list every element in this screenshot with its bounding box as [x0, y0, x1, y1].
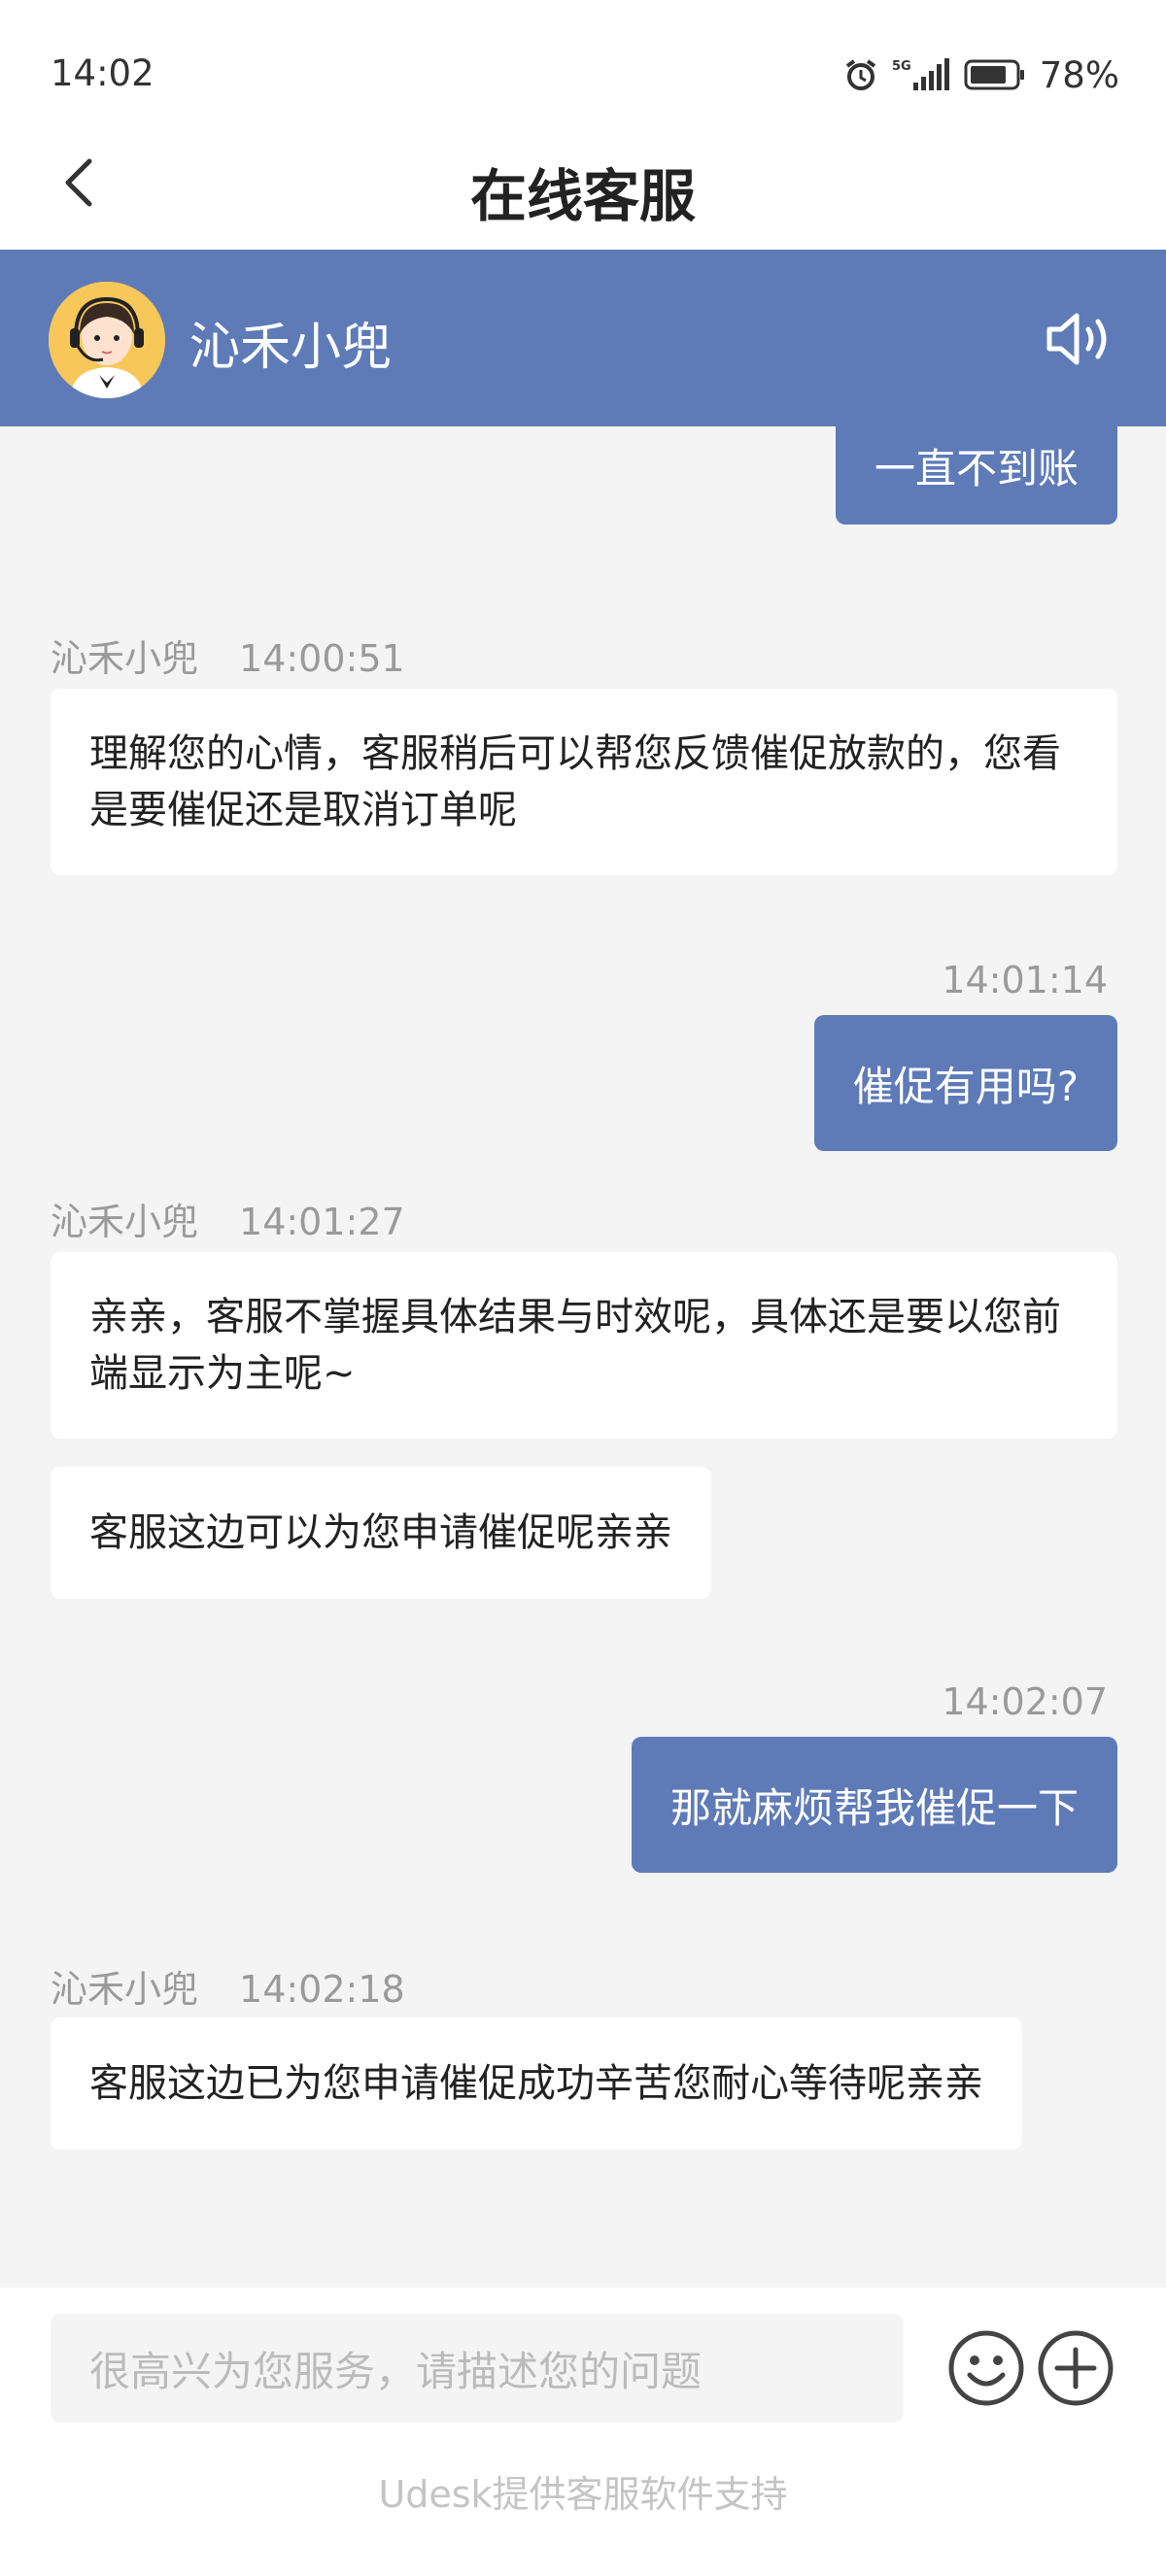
message-input[interactable]: 很高兴为您服务，请描述您的问题 [51, 2314, 904, 2423]
agent-avatar-icon [49, 282, 165, 398]
message-sender: 沁禾小兜 [51, 1968, 199, 2011]
message-bubble-agent: 理解您的心情，客服稍后可以帮您反馈催促放款的，您看是要催促还是取消订单呢 [51, 689, 1117, 875]
message-bubble-user: 一直不到账 [835, 426, 1117, 525]
nav-bar: 在线客服 [0, 112, 1166, 250]
input-area: 很高兴为您服务，请描述您的问题 Udesk提供客服软件支持 [0, 2288, 1166, 2576]
status-icons: 5G 78% [843, 51, 1119, 99]
message-bubble-agent: 亲亲，客服不掌握具体结果与时效呢，具体还是要以您前端显示为主呢~ [51, 1252, 1117, 1439]
message-time: 14:00:51 [239, 637, 405, 680]
battery-percent: 78% [1039, 53, 1119, 96]
footer-text: Udesk提供客服软件支持 [378, 2473, 788, 2516]
network-label: 5G [892, 59, 911, 74]
avatar [49, 282, 165, 398]
message-time: 14:02:07 [942, 1680, 1108, 1723]
plus-icon[interactable] [1036, 2328, 1115, 2408]
message-bubble-user: 那就麻烦帮我催促一下 [631, 1737, 1117, 1873]
message-bubble-user: 催促有用吗? [813, 1015, 1117, 1151]
agent-name: 沁禾小兜 [189, 319, 393, 377]
emoji-icon[interactable] [946, 2328, 1026, 2408]
agent-header: 沁禾小兜 [0, 250, 1166, 426]
message-sender: 沁禾小兜 [51, 1201, 199, 1243]
screen: 14:02 5G 78% 在线客服 沁禾小兜 一直不到账 沁禾小兜 14:00:… [0, 0, 1166, 2576]
battery-icon [964, 59, 1024, 90]
message-time: 14:01:27 [239, 1201, 405, 1243]
speaker-icon[interactable] [1044, 310, 1117, 368]
message-meta-agent: 沁禾小兜 14:01:27 [51, 1192, 405, 1245]
alarm-icon [845, 59, 875, 90]
message-bubble-agent: 客服这边可以为您申请催促呢亲亲 [51, 1467, 711, 1599]
status-time: 14:02 [51, 52, 154, 94]
page-title: 在线客服 [469, 163, 696, 229]
message-meta-agent: 沁禾小兜 14:02:18 [51, 1959, 405, 2013]
message-time: 14:01:14 [942, 959, 1108, 1001]
chat-area[interactable]: 一直不到账 沁禾小兜 14:00:51 理解您的心情，客服稍后可以帮您反馈催促放款… [0, 426, 1166, 2288]
signal-icon: 5G [892, 58, 949, 90]
message-meta-agent: 沁禾小兜 14:00:51 [51, 628, 405, 682]
message-sender: 沁禾小兜 [51, 637, 199, 680]
message-time: 14:02:18 [239, 1968, 405, 2011]
message-bubble-agent: 客服这边已为您申请催促成功辛苦您耐心等待呢亲亲 [51, 2017, 1022, 2150]
